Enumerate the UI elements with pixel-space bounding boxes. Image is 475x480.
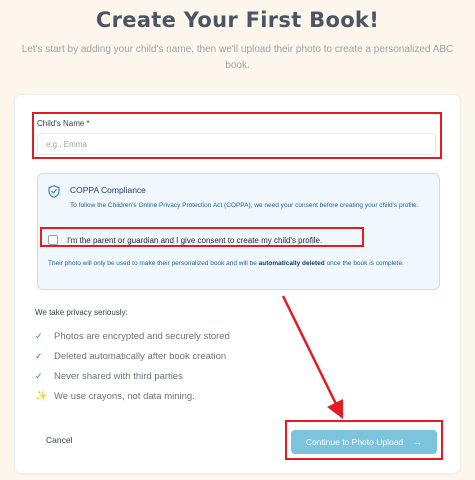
sparkles-icon: ✨: [35, 390, 48, 402]
list-item: ✓ Photos are encrypted and securely stor…: [35, 326, 230, 346]
page-subtitle: Let's start by adding your child's name,…: [21, 44, 454, 71]
shield-check-icon: [48, 185, 60, 198]
check-icon: ✓: [35, 370, 43, 381]
page-title: Create Your First Book!: [95, 8, 380, 32]
continue-to-photo-upload-button[interactable]: Continue to Photo Upload →: [291, 430, 437, 454]
coppa-compliance-box: COPPA Compliance To follow the Children'…: [37, 173, 440, 290]
privacy-list: ✓ Photos are encrypted and securely stor…: [35, 326, 230, 406]
arrow-right-icon: →: [413, 437, 423, 447]
check-icon: ✓: [35, 350, 43, 361]
list-item: ✓ Never shared with third parties: [35, 366, 230, 386]
continue-button-label: Continue to Photo Upload: [305, 437, 404, 447]
coppa-title: COPPA Compliance: [70, 185, 146, 195]
coppa-description: To follow the Children's Online Privacy …: [70, 202, 419, 209]
privacy-title: We take privacy seriously:: [35, 308, 128, 317]
childs-name-label: Child's Name *: [37, 119, 90, 128]
list-item: ✨ We use crayons, not data mining.: [35, 386, 230, 406]
cancel-button[interactable]: Cancel: [46, 435, 72, 445]
consent-label[interactable]: I'm the parent or guardian and I give co…: [67, 236, 322, 245]
privacy-item-text: Deleted automatically after book creatio…: [54, 350, 227, 362]
privacy-item-text: We use crayons, not data mining.: [54, 390, 195, 402]
check-icon: ✓: [35, 330, 43, 341]
privacy-item-text: Never shared with third parties: [54, 370, 183, 382]
childs-name-input[interactable]: [37, 133, 436, 155]
coppa-note-prefix: Their photo will only be used to make th…: [48, 260, 259, 267]
privacy-item-text: Photos are encrypted and securely stored: [54, 330, 230, 342]
consent-checkbox[interactable]: [48, 235, 58, 245]
list-item: ✓ Deleted automatically after book creat…: [35, 346, 230, 366]
coppa-photo-note: Their photo will only be used to make th…: [48, 259, 431, 269]
coppa-note-bold: automatically deleted: [258, 260, 325, 267]
coppa-note-suffix: once the book is complete.: [324, 260, 404, 267]
create-book-card: Child's Name * COPPA Compliance To follo…: [14, 94, 461, 474]
